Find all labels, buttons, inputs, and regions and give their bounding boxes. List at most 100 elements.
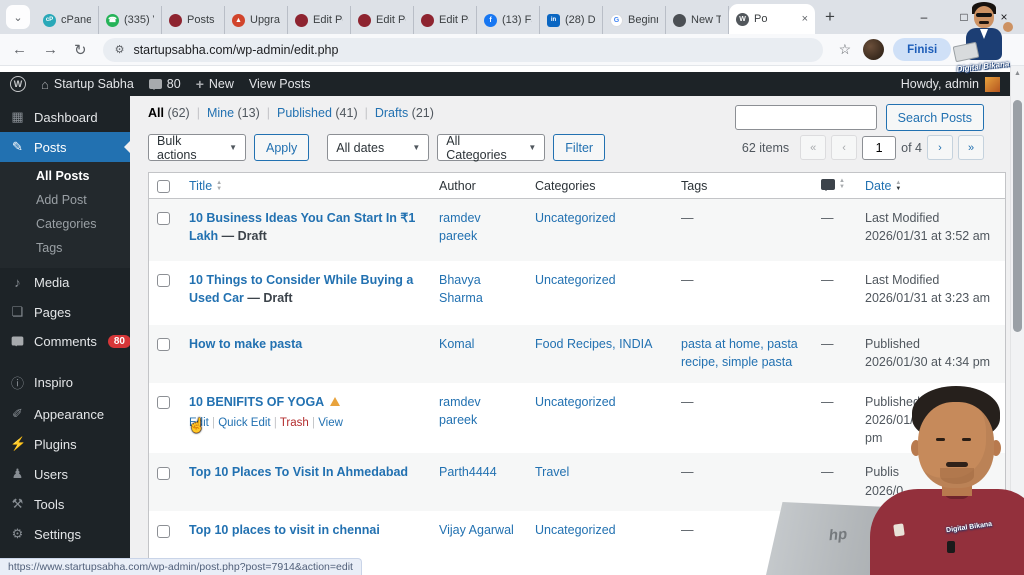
category-link[interactable]: Uncategorized xyxy=(535,395,616,409)
browser-tab[interactable]: Edit Po xyxy=(288,6,351,34)
new-tab-button[interactable]: + xyxy=(815,7,845,27)
sidebar-item-settings[interactable]: ⚙ Settings xyxy=(0,519,130,549)
category-link[interactable]: Uncategorized xyxy=(535,211,616,225)
address-bar[interactable]: ⚙ startupsabha.com/wp-admin/edit.php xyxy=(102,37,823,62)
sidebar-item-appearance[interactable]: ✐ Appearance xyxy=(0,399,130,429)
sidebar-item-media[interactable]: ♪ Media xyxy=(0,268,130,297)
post-title-link[interactable]: Top 10 places to visit in chennai xyxy=(189,523,380,537)
author-link[interactable]: Vijay Agarwal xyxy=(439,523,514,537)
row-action-view[interactable]: View xyxy=(318,417,343,429)
comments-column-header[interactable]: ▲ ▼ xyxy=(821,178,845,191)
browser-tab[interactable]: New Ta xyxy=(666,6,729,34)
sidebar-item-comments[interactable]: Comments 80 xyxy=(0,327,131,356)
filter-button[interactable]: Filter xyxy=(553,134,606,161)
bookmark-star-icon[interactable]: ☆ xyxy=(839,41,852,58)
dates-filter-select[interactable]: All dates ▼ xyxy=(327,134,430,161)
post-title-link[interactable]: How to make pasta xyxy=(189,337,302,351)
sidebar-item-dashboard[interactable]: ▦ Dashboard xyxy=(0,102,130,132)
admin-bar-new[interactable]: + New xyxy=(196,76,234,92)
view-filter-published[interactable]: Published (41) xyxy=(277,106,358,120)
search-input[interactable] xyxy=(734,105,877,130)
post-title-link[interactable]: Top 10 Places To Visit In Ahmedabad xyxy=(189,465,408,479)
categories-filter-select[interactable]: All Categories ▼ xyxy=(437,134,546,162)
post-title-link[interactable]: 10 BENIFITS OF YOGA xyxy=(189,395,341,409)
browser-tab[interactable]: ☎ (335) V xyxy=(99,6,162,34)
date-column-header[interactable]: Date ▲ ▼ xyxy=(865,179,901,193)
author-link[interactable]: ramdev pareek xyxy=(439,211,481,243)
sidebar-item-inspiro[interactable]: ⓘ Inspiro xyxy=(0,366,130,399)
sidebar-subitem-all-posts[interactable]: All Posts xyxy=(0,164,130,188)
search-posts-button[interactable]: Search Posts xyxy=(885,104,984,131)
admin-bar-comments[interactable]: 80 xyxy=(148,77,181,91)
row-checkbox[interactable] xyxy=(157,524,170,538)
tab-close-icon[interactable]: × xyxy=(802,13,808,25)
tune-icon[interactable]: ⚙ xyxy=(115,43,125,56)
browser-tab[interactable]: Edit Po xyxy=(351,6,414,34)
admin-bar-site-name[interactable]: ⌂ Startup Sabha xyxy=(41,77,134,92)
comment-count-bubble[interactable]: 13 xyxy=(821,518,850,540)
view-filter-drafts[interactable]: Drafts (21) xyxy=(375,106,434,120)
author-link[interactable]: Bhavya Sharma xyxy=(439,273,483,305)
page-scrollbar[interactable]: ▲ ▼ xyxy=(1010,66,1024,575)
total-pages-label: of 4 xyxy=(901,140,922,155)
sidebar-subitem-tags[interactable]: Tags xyxy=(0,236,130,260)
row-checkbox[interactable] xyxy=(157,212,170,226)
select-all-checkbox[interactable] xyxy=(157,179,170,193)
next-page-button[interactable]: › xyxy=(927,135,953,160)
author-link[interactable]: ramdev pareek xyxy=(439,395,481,427)
tag-links[interactable]: pasta at home, pasta recipe, simple past… xyxy=(681,337,798,369)
scroll-down-arrow[interactable]: ▼ xyxy=(1011,561,1024,575)
browser-tab[interactable]: G Beginn xyxy=(603,6,666,34)
browser-tab[interactable]: in (28) Di xyxy=(540,6,603,34)
prev-page-button[interactable]: ‹ xyxy=(831,135,858,160)
title-column-header[interactable]: Title ▲ ▼ xyxy=(189,179,222,193)
post-comments-cell: — xyxy=(813,261,857,325)
row-checkbox[interactable] xyxy=(157,396,170,410)
sidebar-item-plugins[interactable]: ⚡ Plugins xyxy=(0,429,130,459)
bulk-actions-select[interactable]: Bulk actions ▼ xyxy=(148,134,246,162)
first-page-button[interactable]: « xyxy=(800,135,827,160)
category-link[interactable]: Uncategorized xyxy=(535,523,616,537)
back-icon[interactable]: ← xyxy=(12,41,27,58)
view-filter-all[interactable]: All (62) xyxy=(148,106,190,120)
post-title-link[interactable]: 10 Things to Consider While Buying a Use… xyxy=(189,273,413,305)
profile-pill[interactable]: Finisi xyxy=(893,38,952,61)
row-checkbox[interactable] xyxy=(157,338,170,352)
scrollbar-thumb[interactable] xyxy=(1013,100,1022,332)
browser-tab[interactable]: f (13) Fa xyxy=(477,6,540,34)
status-link-tooltip: https://www.startupsabha.com/wp-admin/po… xyxy=(0,558,362,575)
browser-profile-avatar[interactable] xyxy=(863,39,885,60)
author-link[interactable]: Komal xyxy=(439,337,474,351)
browser-tab[interactable]: ▲ Upgra xyxy=(225,6,288,34)
reload-icon[interactable]: ↻ xyxy=(74,41,87,59)
last-page-button[interactable]: » xyxy=(958,135,984,160)
author-link[interactable]: Parth4444 xyxy=(439,465,497,479)
row-action-trash[interactable]: Trash xyxy=(280,417,309,429)
view-filter-mine[interactable]: Mine (13) xyxy=(207,106,260,120)
row-checkbox[interactable] xyxy=(157,274,170,288)
current-page-input[interactable] xyxy=(862,135,897,160)
category-link[interactable]: Travel xyxy=(535,465,569,479)
browser-tab[interactable]: cP cPanel xyxy=(36,6,99,34)
row-checkbox[interactable] xyxy=(157,466,170,480)
forward-icon[interactable]: → xyxy=(43,41,58,58)
browser-tab-active[interactable]: W Po × xyxy=(729,4,815,34)
sidebar-item-pages[interactable]: ❏ Pages xyxy=(0,297,130,327)
minimize-button[interactable]: – xyxy=(904,0,944,34)
sidebar-subitem-categories[interactable]: Categories xyxy=(0,212,130,236)
row-action-quick-edit[interactable]: Quick Edit xyxy=(218,417,270,429)
apply-button[interactable]: Apply xyxy=(254,134,310,161)
category-link[interactable]: Food Recipes, INDIA xyxy=(535,337,652,351)
wordpress-logo-icon[interactable]: W xyxy=(10,76,26,92)
sidebar-subitem-add-post[interactable]: Add Post xyxy=(0,188,130,212)
category-link[interactable]: Uncategorized xyxy=(535,273,616,287)
browser-tab[interactable]: Edit Po xyxy=(414,6,477,34)
sidebar-item-users[interactable]: ♟ Users xyxy=(0,459,130,489)
sidebar-item-tools[interactable]: ⚒ Tools xyxy=(0,489,130,519)
tab-search-button[interactable]: ⌄ xyxy=(6,5,30,29)
admin-bar-view-posts[interactable]: View Posts xyxy=(249,77,311,91)
browser-tab[interactable]: Posts xyxy=(162,6,225,34)
post-author-cell: Vijay Agarwal xyxy=(431,511,527,575)
mascot-sunglasses xyxy=(976,13,992,17)
sidebar-item-posts[interactable]: ✎ Posts xyxy=(0,132,130,162)
